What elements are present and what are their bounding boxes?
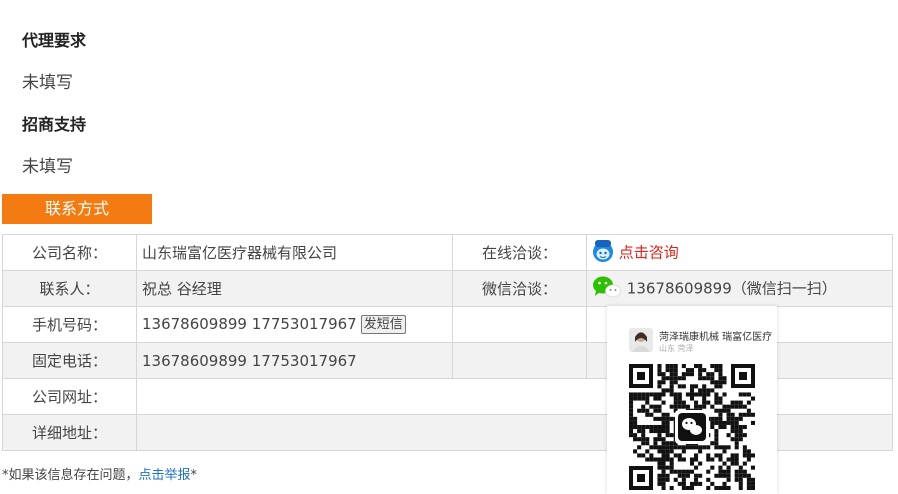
- address-value: [136, 414, 893, 451]
- website-value: [136, 378, 893, 415]
- mobile-cell: 13678609899 17753017967 发短信: [136, 306, 453, 343]
- customer-service-icon[interactable]: [592, 239, 614, 267]
- mobile-value: 13678609899 17753017967: [142, 315, 357, 333]
- wechat-qr-card: 菏泽瑞康机械 瑞富亿医疗 山东 菏泽: [607, 306, 777, 494]
- report-note-suffix: *: [190, 468, 198, 483]
- agent-requirement-title: 代理要求: [22, 31, 87, 50]
- qr-profile-name: 菏泽瑞康机械 瑞富亿医疗: [659, 332, 773, 343]
- company-name-label: 公司名称：: [2, 234, 137, 271]
- wechat-icon: [592, 275, 622, 303]
- company-name-value: 山东瑞富亿医疗器械有限公司: [136, 234, 453, 271]
- wechat-chat-cell: 13678609899（微信扫一扫）: [586, 270, 893, 307]
- mobile-label: 手机号码：: [2, 306, 137, 343]
- agent-requirement-value: 未填写: [22, 73, 73, 93]
- landline-value: 13678609899 17753017967: [136, 342, 453, 379]
- table-row: 联系人： 祝总 谷经理 微信洽谈： 13678609899（微信扫一扫）: [2, 270, 893, 307]
- consult-link[interactable]: 点击咨询: [619, 243, 679, 261]
- contact-header: 联系方式: [2, 194, 152, 224]
- address-label: 详细地址：: [2, 414, 137, 451]
- report-link[interactable]: 点击举报: [139, 468, 191, 483]
- wechat-qr-code: [629, 364, 755, 490]
- empty-cell: [452, 342, 587, 379]
- contact-person-value: 祝总 谷经理: [136, 270, 453, 307]
- investment-support-title: 招商支持: [22, 115, 87, 134]
- empty-cell: [452, 306, 587, 343]
- report-note-prefix: *如果该信息存在问题，: [2, 468, 139, 483]
- online-chat-label: 在线洽谈：: [452, 234, 587, 271]
- landline-label: 固定电话：: [2, 342, 137, 379]
- avatar: [629, 328, 653, 352]
- wechat-chat-label: 微信洽谈：: [452, 270, 587, 307]
- qr-profile-location: 山东 菏泽: [659, 344, 694, 353]
- online-chat-cell: 点击咨询: [586, 234, 893, 271]
- table-row: 公司名称： 山东瑞富亿医疗器械有限公司 在线洽谈： 点击咨询: [2, 234, 893, 271]
- contact-person-label: 联系人：: [2, 270, 137, 307]
- wechat-number: 13678609899（微信扫一扫）: [626, 279, 837, 297]
- investment-support-value: 未填写: [22, 157, 73, 177]
- website-label: 公司网址：: [2, 378, 137, 415]
- send-sms-button[interactable]: 发短信: [360, 315, 406, 334]
- report-note: *如果该信息存在问题，点击举报*: [2, 464, 197, 483]
